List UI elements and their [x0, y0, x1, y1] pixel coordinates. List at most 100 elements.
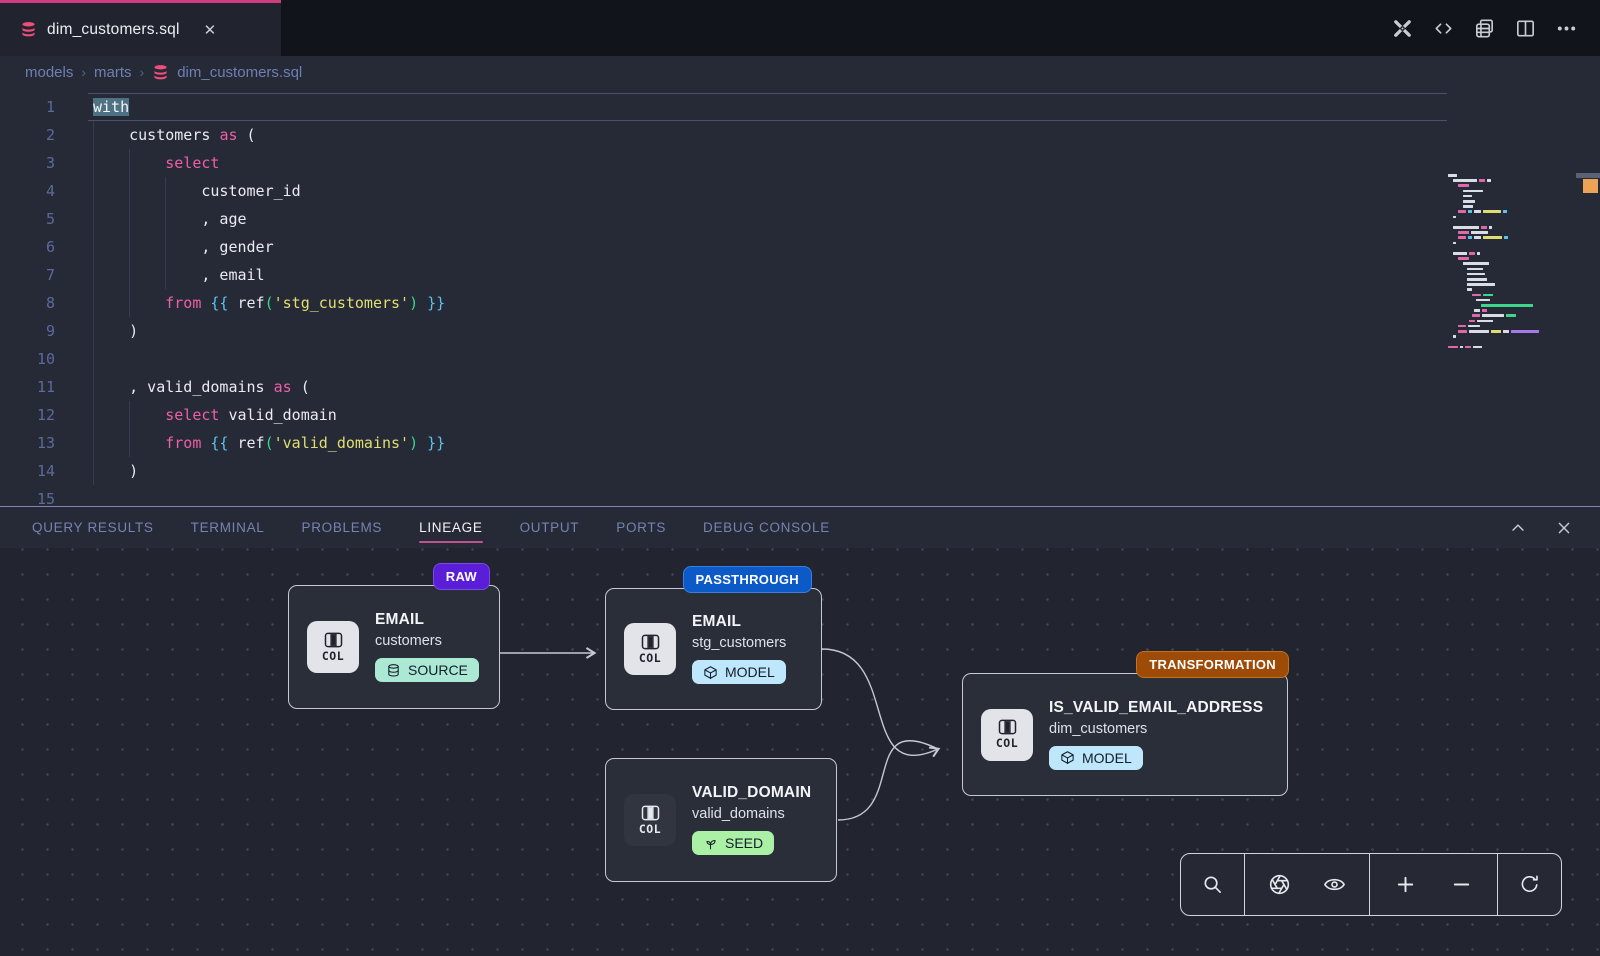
- line-number: 13: [0, 429, 55, 457]
- open-code-icon[interactable]: [1427, 12, 1459, 44]
- minimap-line: [1458, 184, 1469, 187]
- node-badge-passthrough: PASSTHROUGH: [683, 566, 812, 593]
- toolbar-group: [1245, 854, 1370, 915]
- lineage-node-dim_customers[interactable]: TRANSFORMATIONCOLIS_VALID_EMAIL_ADDRESSd…: [962, 673, 1288, 796]
- minimap-line: [1463, 195, 1472, 198]
- lineage-node-stg_customers[interactable]: PASSTHROUGHCOLEMAILstg_customersMODEL: [605, 588, 822, 710]
- minimap-line: [1458, 231, 1488, 234]
- zoom-in-icon[interactable]: [1386, 865, 1426, 905]
- dbt-extension-icon[interactable]: [1386, 12, 1418, 44]
- panel-tab-output[interactable]: OUTPUT: [520, 514, 580, 541]
- minimap-line: [1458, 210, 1507, 213]
- line-number: 8: [0, 289, 55, 317]
- tab-close-icon[interactable]: ✕: [204, 21, 217, 39]
- node-column-name: IS_VALID_EMAIL_ADDRESS: [1049, 699, 1263, 717]
- node-model-name: customers: [375, 633, 479, 649]
- breadcrumb-separator: ›: [81, 64, 86, 80]
- minimap-line: [1458, 236, 1508, 239]
- collapse-panel-icon[interactable]: [1502, 512, 1534, 544]
- panel-tab-query-results[interactable]: QUERY RESULTS: [32, 514, 154, 541]
- minimap-line: [1467, 268, 1483, 271]
- search-icon[interactable]: [1192, 865, 1232, 905]
- line-number: 12: [0, 401, 55, 429]
- code-line[interactable]: 2 customers as (: [0, 121, 1447, 149]
- node-column-name: VALID_DOMAIN: [692, 784, 811, 802]
- column-icon: COL: [624, 794, 676, 846]
- line-number: 7: [0, 261, 55, 289]
- minimap-line: [1463, 200, 1475, 203]
- node-type-pill-seed: SEED: [692, 831, 774, 855]
- line-number: 3: [0, 149, 55, 177]
- split-editor-icon[interactable]: [1509, 12, 1541, 44]
- node-type-pill-model: MODEL: [692, 660, 786, 684]
- zoom-out-icon[interactable]: [1442, 865, 1482, 905]
- overview-ruler-slider[interactable]: [1576, 173, 1600, 178]
- panel-tab-lineage[interactable]: LINEAGE: [419, 514, 482, 541]
- node-column-name: EMAIL: [375, 611, 479, 629]
- refresh-icon[interactable]: [1510, 865, 1550, 905]
- node-badge-transformation: TRANSFORMATION: [1136, 651, 1289, 678]
- code-line[interactable]: 1with: [0, 93, 1447, 121]
- line-number: 10: [0, 345, 55, 373]
- code-line[interactable]: 5 , age: [0, 205, 1447, 233]
- node-badge-raw: RAW: [433, 563, 490, 590]
- code-line[interactable]: 4 customer_id: [0, 177, 1447, 205]
- code-line[interactable]: 3 select: [0, 149, 1447, 177]
- panel-tab-problems[interactable]: PROBLEMS: [302, 514, 383, 541]
- panel-tab-debug-console[interactable]: DEBUG CONSOLE: [703, 514, 830, 541]
- minimap-line: [1458, 325, 1480, 328]
- more-actions-icon[interactable]: [1550, 12, 1582, 44]
- panel-tab-ports[interactable]: PORTS: [616, 514, 666, 541]
- lineage-toolbar: [1180, 853, 1562, 916]
- overview-ruler-marker: [1583, 179, 1598, 193]
- aperture-icon[interactable]: [1259, 865, 1299, 905]
- code-line[interactable]: 12 select valid_domain: [0, 401, 1447, 429]
- node-model-name: dim_customers: [1049, 721, 1263, 737]
- line-number: 5: [0, 205, 55, 233]
- code-line[interactable]: 7 , email: [0, 261, 1447, 289]
- node-model-name: valid_domains: [692, 806, 811, 822]
- minimap-line: [1463, 190, 1483, 193]
- line-number: 6: [0, 233, 55, 261]
- code-line[interactable]: 15: [0, 485, 1447, 506]
- breadcrumb-item[interactable]: marts: [94, 64, 132, 81]
- code-line[interactable]: 14 ): [0, 457, 1447, 485]
- tab-strip: dim_customers.sql ✕: [0, 0, 1600, 56]
- seedling-icon: [703, 836, 718, 851]
- code-line[interactable]: 8 from {{ ref('stg_customers') }}: [0, 289, 1447, 317]
- lineage-canvas[interactable]: RAWCOLEMAILcustomersSOURCEPASSTHROUGHCOL…: [0, 548, 1600, 956]
- minimap-line: [1453, 226, 1492, 229]
- code-line[interactable]: 6 , gender: [0, 233, 1447, 261]
- query-results-panel-icon[interactable]: [1468, 12, 1500, 44]
- model-cube-icon: [1060, 750, 1075, 765]
- breadcrumb-separator: ›: [140, 64, 145, 80]
- minimap-line: [1453, 216, 1456, 219]
- minimap-line: [1458, 257, 1469, 260]
- minimap-line: [1453, 179, 1491, 182]
- minimap[interactable]: [1448, 174, 1566, 360]
- minimap-line: [1469, 320, 1493, 323]
- minimap-line: [1453, 242, 1456, 245]
- minimap-line: [1472, 314, 1516, 317]
- minimap-line: [1448, 174, 1457, 177]
- tab-dim-customers[interactable]: dim_customers.sql ✕: [0, 0, 281, 56]
- close-panel-icon[interactable]: [1548, 512, 1580, 544]
- minimap-line: [1463, 205, 1473, 208]
- minimap-line: [1467, 288, 1472, 291]
- breadcrumb-item[interactable]: dim_customers.sql: [177, 64, 302, 81]
- code-line[interactable]: 10: [0, 345, 1447, 373]
- code-line[interactable]: 11 , valid_domains as (: [0, 373, 1447, 401]
- lineage-node-customers[interactable]: RAWCOLEMAILcustomersSOURCE: [288, 585, 500, 709]
- tab-title: dim_customers.sql: [47, 21, 180, 39]
- eye-icon[interactable]: [1314, 865, 1354, 905]
- minimap-line: [1474, 309, 1487, 312]
- code-line[interactable]: 9 ): [0, 317, 1447, 345]
- panel-tab-terminal[interactable]: TERMINAL: [191, 514, 265, 541]
- code-line[interactable]: 13 from {{ ref('valid_domains') }}: [0, 429, 1447, 457]
- code-editor[interactable]: 1with2 customers as (3 select4 customer_…: [0, 88, 1600, 506]
- database-icon: [386, 663, 401, 678]
- minimap-line: [1463, 262, 1489, 265]
- lineage-node-valid_domains[interactable]: COL VALID_DOMAIN valid_domains SEED: [605, 758, 837, 882]
- column-icon: COL: [981, 709, 1033, 761]
- breadcrumb-item[interactable]: models: [25, 64, 73, 81]
